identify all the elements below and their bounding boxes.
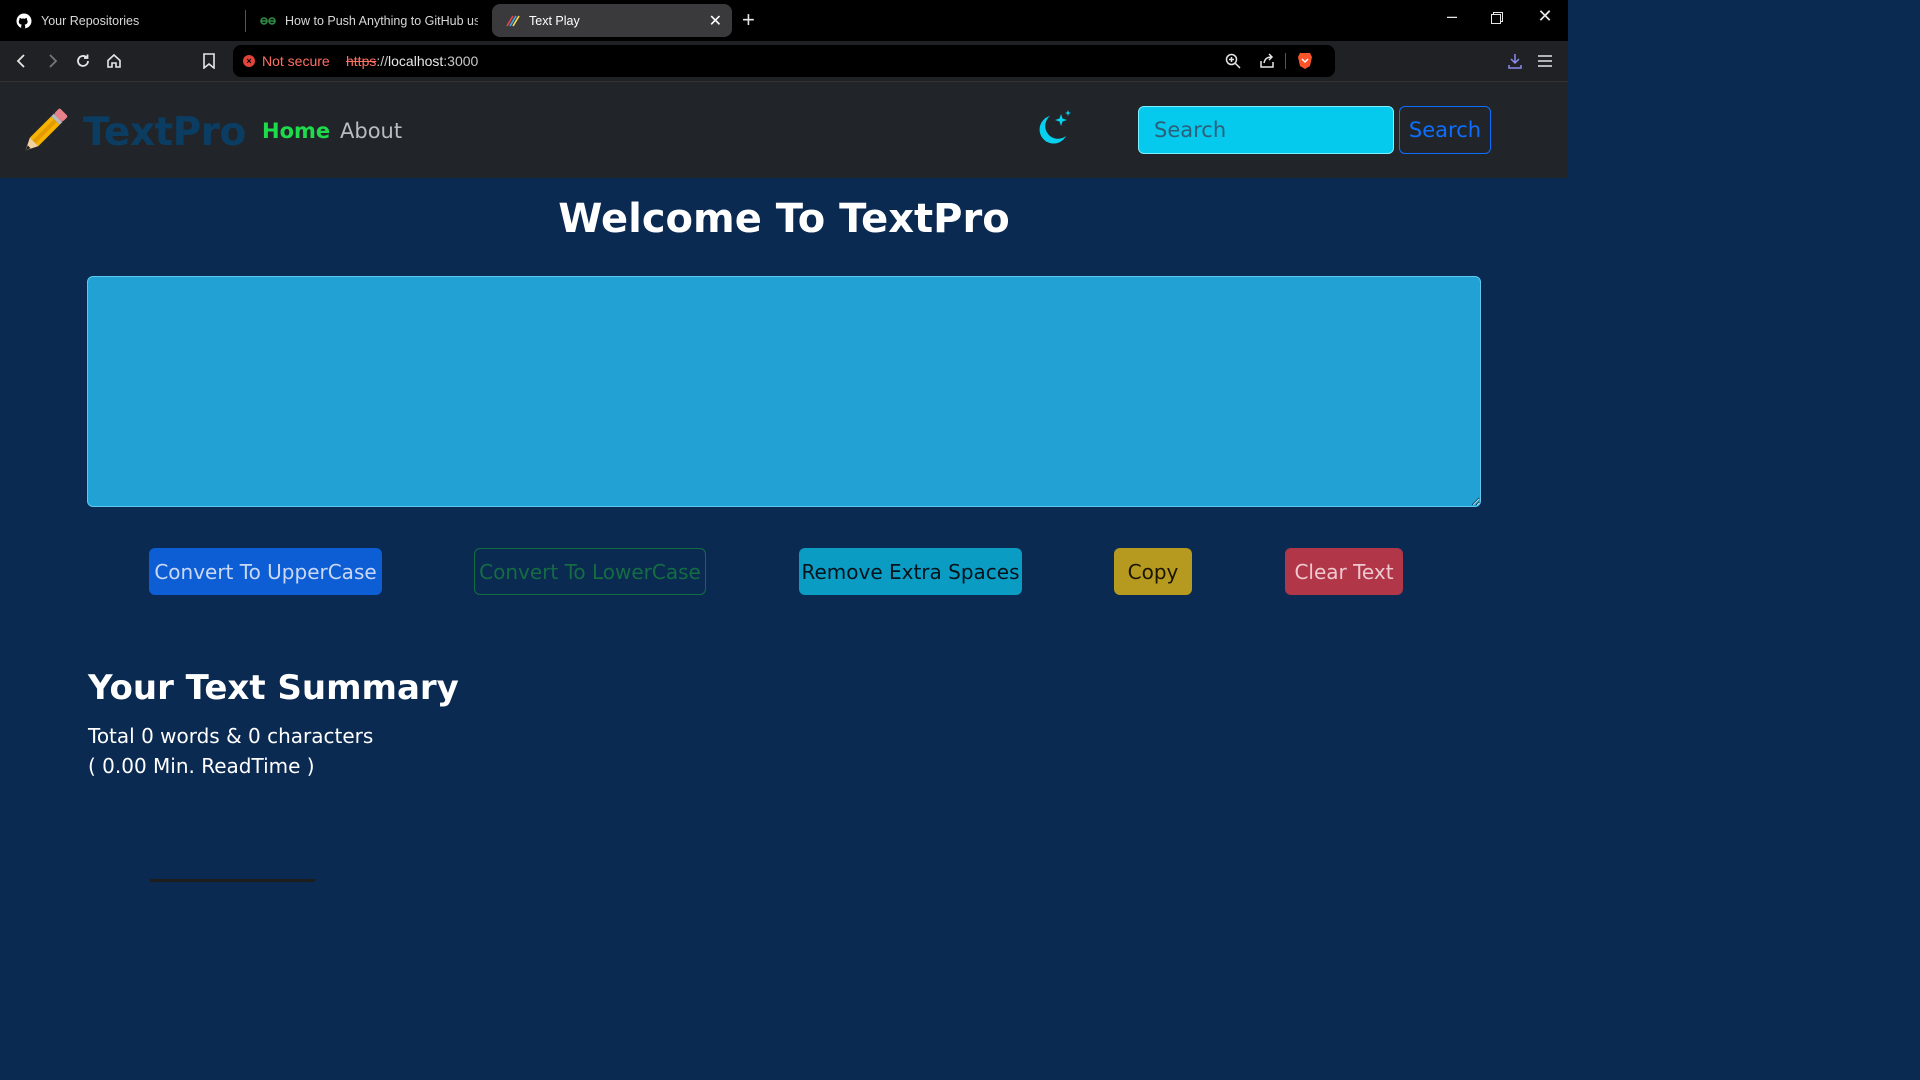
restore-icon[interactable] [1482,8,1512,29]
address-bar[interactable]: × Not secure https://localhost:3000 [233,45,1335,77]
tab-title: How to Push Anything to GitHub using [285,13,478,28]
convert-uppercase-button[interactable]: Convert To UpperCase [149,548,382,595]
text-input-area[interactable] [87,276,1481,507]
react-app-icon [504,13,520,29]
remove-extra-spaces-button[interactable]: Remove Extra Spaces [799,548,1022,595]
url-text: https://localhost:3000 [346,53,478,69]
tab-text-play[interactable]: Text Play ✕ [492,4,732,37]
url-port: :3000 [443,53,479,69]
pencil-icon [18,106,70,158]
minimize-icon[interactable]: – [1437,6,1467,27]
forward-icon[interactable] [40,49,64,73]
convert-lowercase-button[interactable]: Convert To LowerCase [474,548,706,595]
tab-title: Text Play [529,13,580,28]
menu-icon[interactable] [1533,49,1557,73]
brand-logo[interactable]: TextPro [83,110,246,155]
tab-title: Your Repositories [41,13,140,28]
summary-counts: Total 0 words & 0 characters [88,724,374,748]
url-scheme: https [346,53,377,69]
browser-toolbar: × Not secure https://localhost:3000 [0,41,1568,82]
toolbar-separator [1285,53,1286,69]
warning-icon: × [243,55,255,67]
brave-shield-icon[interactable] [1295,51,1315,71]
app-navbar: TextPro Home About Search [0,82,1568,178]
security-indicator[interactable]: × Not secure [243,53,330,69]
summary-readtime: ( 0.00 Min. ReadTime ) [88,754,315,778]
security-label: Not secure [262,53,330,69]
nav-link-about[interactable]: About [340,119,402,143]
bookmark-icon[interactable] [197,49,221,73]
tab-your-repositories[interactable]: Your Repositories [16,4,240,37]
zoom-icon[interactable] [1223,51,1243,71]
close-window-icon[interactable]: ✕ [1530,6,1560,27]
geeksforgeeks-icon [260,13,276,29]
reload-icon[interactable] [71,49,95,73]
clear-text-button[interactable]: Clear Text [1285,548,1403,595]
scroll-indicator [150,879,315,882]
tab-separator [245,10,246,32]
summary-title: Your Text Summary [88,668,459,708]
download-icon[interactable] [1503,49,1527,73]
search-input[interactable] [1138,106,1394,154]
home-icon[interactable] [102,49,126,73]
copy-button[interactable]: Copy [1114,548,1192,595]
url-separator: :// [376,53,389,69]
nav-link-home[interactable]: Home [262,119,330,143]
close-tab-icon[interactable]: ✕ [709,11,722,31]
moon-stars-icon[interactable] [1030,108,1074,152]
page-title: Welcome To TextPro [558,196,1010,242]
github-icon [16,13,32,29]
back-icon[interactable] [10,49,34,73]
url-host: localhost [388,53,444,69]
search-button[interactable]: Search [1399,106,1491,154]
tab-geeksforgeeks[interactable]: How to Push Anything to GitHub using [260,4,478,37]
share-icon[interactable] [1257,51,1277,71]
browser-tab-strip: Your Repositories How to Push Anything t… [0,0,1568,41]
new-tab-icon[interactable]: + [742,7,755,33]
